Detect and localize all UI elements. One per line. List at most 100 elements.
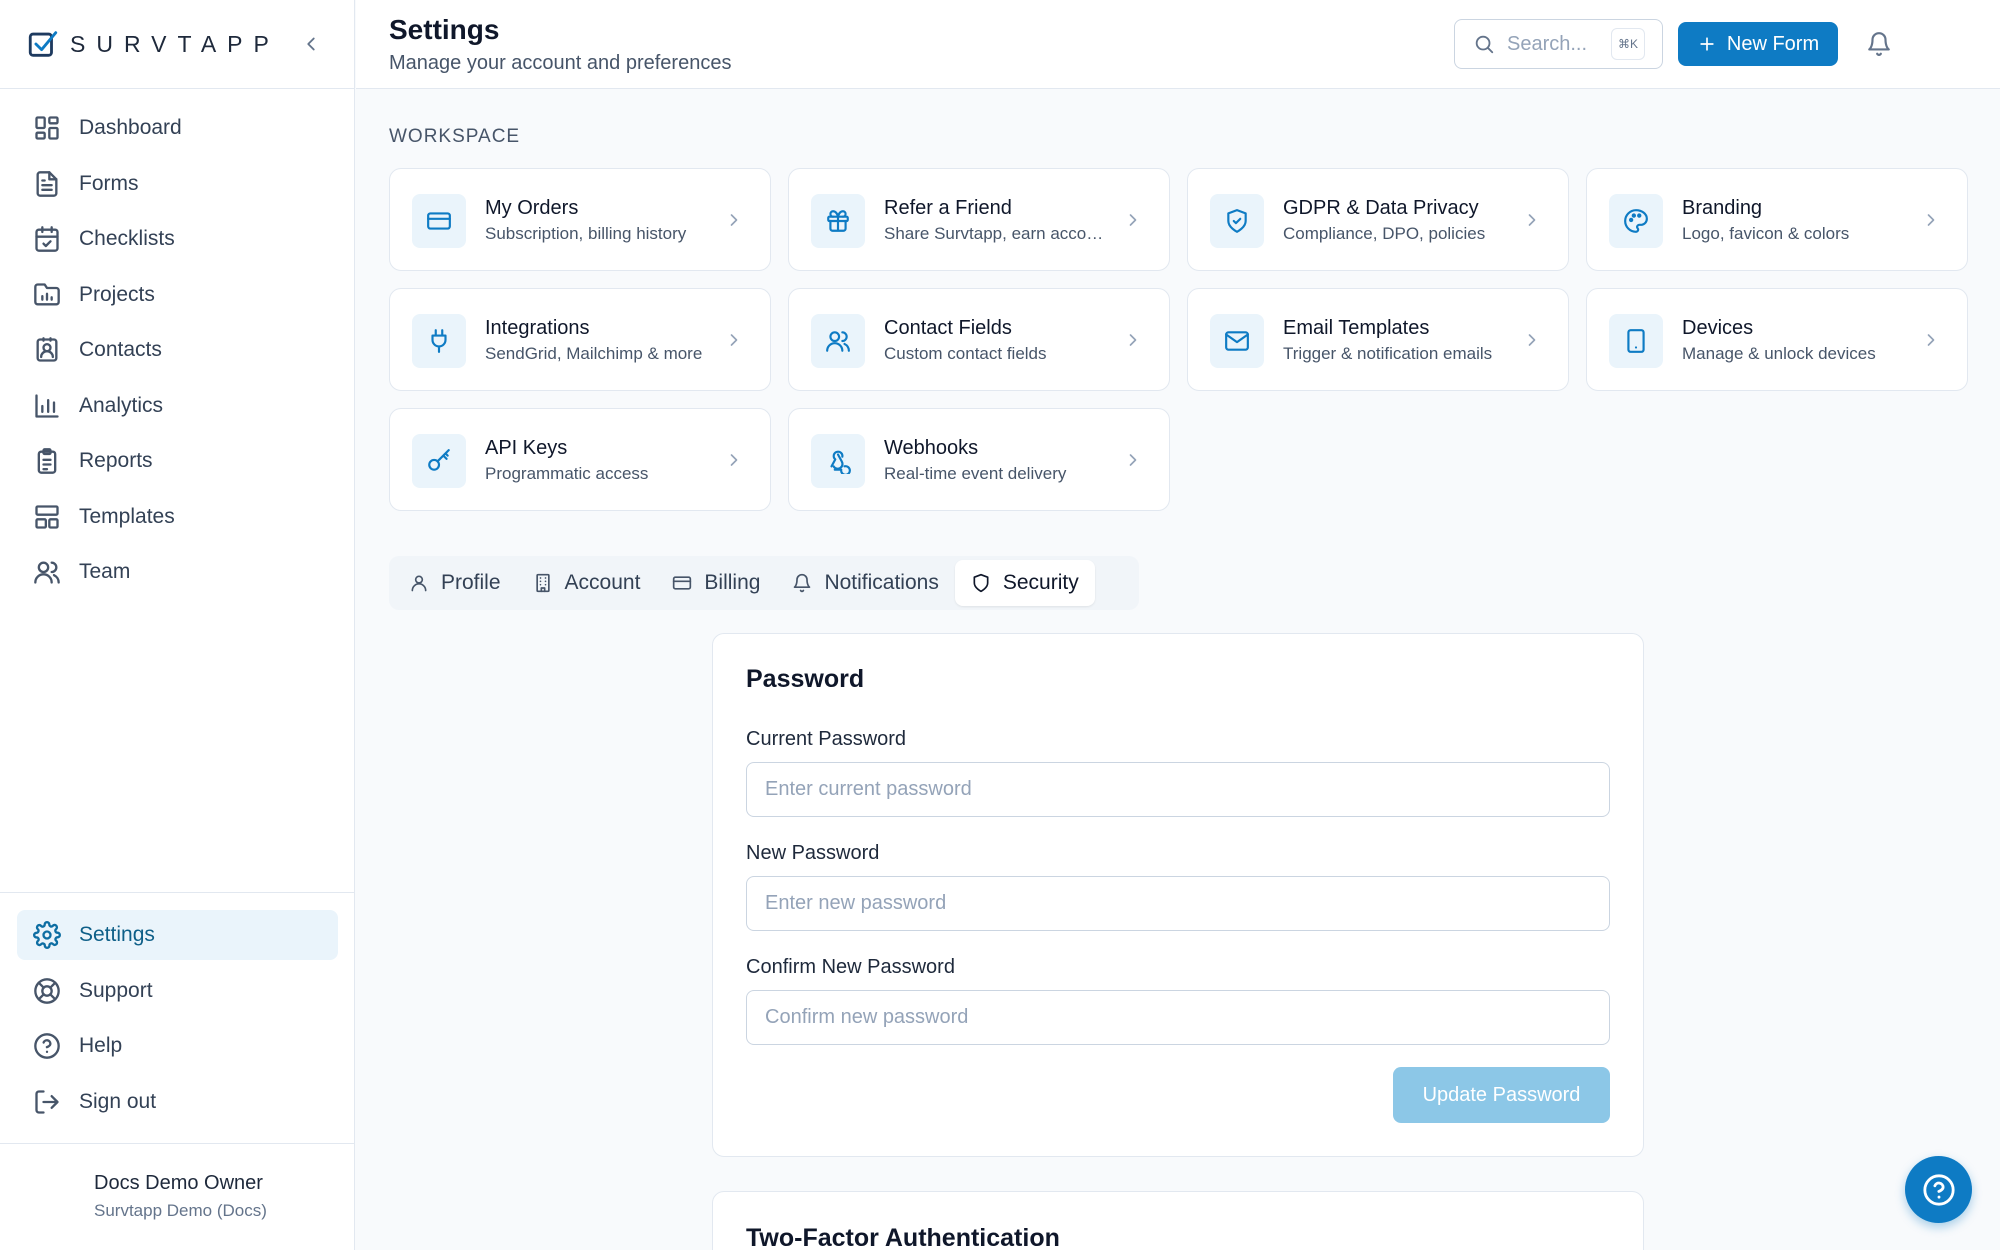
sign-out-icon: [33, 1088, 61, 1116]
tab-account[interactable]: Account: [517, 560, 657, 606]
clipboard-icon: [33, 447, 61, 475]
search-input[interactable]: Search...: [1507, 33, 1587, 56]
chevron-right-icon: [1522, 330, 1542, 350]
user-profile[interactable]: Docs Demo Owner Survtapp Demo (Docs): [0, 1143, 355, 1250]
chevron-right-icon: [1123, 450, 1143, 470]
tab-billing[interactable]: Billing: [656, 560, 776, 606]
sidebar-item-analytics[interactable]: Analytics: [17, 381, 337, 431]
sidebar-item-projects[interactable]: Projects: [17, 270, 337, 320]
sidebar-item-label: Team: [79, 560, 131, 583]
current-password-label: Current Password: [746, 728, 907, 750]
sidebar-item-label: Help: [79, 1034, 123, 1057]
sidebar-item-label: Sign out: [79, 1089, 157, 1113]
sidebar-item-sign-out[interactable]: Sign out: [17, 1077, 338, 1127]
search-shortcut: ⌘K: [1611, 28, 1645, 60]
sidebar-item-label: Forms: [79, 171, 139, 195]
card-refer-a-friend[interactable]: Refer a Friend Share Survtapp, earn acco…: [788, 168, 1170, 271]
new-password-label: New Password: [746, 842, 880, 864]
search-box[interactable]: Search... ⌘K: [1454, 19, 1663, 69]
card-branding[interactable]: Branding Logo, favicon & colors: [1586, 168, 1968, 271]
sidebar-item-help[interactable]: Help: [17, 1021, 338, 1071]
sidebar-item-contacts[interactable]: Contacts: [17, 325, 337, 375]
card-contact-fields[interactable]: Contact Fields Custom contact fields: [788, 288, 1170, 391]
card-integrations[interactable]: Integrations SendGrid, Mailchimp & more: [389, 288, 771, 391]
card-desc: Share Survtapp, earn account credit: [884, 224, 1109, 243]
chevron-right-icon: [724, 450, 744, 470]
calendar-check-icon: [33, 225, 61, 253]
sidebar-nav: Dashboard Forms Checklists Projects Cont…: [17, 103, 337, 603]
sidebar-item-dashboard[interactable]: Dashboard: [17, 103, 337, 153]
two-factor-panel: Two-Factor Authentication: [712, 1191, 1644, 1250]
sidebar-item-checklists[interactable]: Checklists: [17, 214, 337, 264]
life-buoy-icon: [33, 977, 61, 1005]
chevron-left-icon[interactable]: [300, 33, 322, 55]
help-fab-button[interactable]: [1905, 1156, 1972, 1223]
brand: SURVTAPP: [0, 0, 354, 89]
layout-icon: [33, 503, 61, 531]
user-name: Docs Demo Owner: [94, 1172, 263, 1194]
card-devices[interactable]: Devices Manage & unlock devices: [1586, 288, 1968, 391]
card-title: API Keys: [485, 437, 568, 459]
confirm-password-field[interactable]: [746, 990, 1610, 1045]
card-api-keys[interactable]: API Keys Programmatic access: [389, 408, 771, 511]
card-webhooks[interactable]: Webhooks Real-time event delivery: [788, 408, 1170, 511]
card-my-orders[interactable]: My Orders Subscription, billing history: [389, 168, 771, 271]
chevron-right-icon: [1921, 210, 1941, 230]
card-title: My Orders: [485, 197, 579, 219]
sidebar-item-settings[interactable]: Settings: [17, 910, 338, 960]
new-form-button[interactable]: New Form: [1678, 22, 1838, 66]
tab-label: Security: [1002, 571, 1079, 594]
new-password-field[interactable]: [746, 876, 1610, 931]
credit-card-icon: [426, 208, 452, 234]
tab-notifications[interactable]: Notifications: [776, 560, 954, 606]
card-desc: Custom contact fields: [884, 344, 1047, 363]
search-icon: [1473, 33, 1495, 55]
file-text-icon: [33, 170, 61, 198]
card-email-templates[interactable]: Email Templates Trigger & notification e…: [1187, 288, 1569, 391]
card-title: Refer a Friend: [884, 197, 1012, 219]
chevron-right-icon: [1522, 210, 1542, 230]
sidebar-item-team[interactable]: Team: [17, 547, 337, 597]
sidebar-item-label: Dashboard: [79, 116, 182, 139]
bar-chart-icon: [33, 392, 61, 420]
tab-profile[interactable]: Profile: [393, 560, 517, 606]
sidebar-bottom-nav: Settings Support Help Sign out: [0, 892, 355, 1132]
sidebar-item-reports[interactable]: Reports: [17, 436, 337, 486]
sidebar-item-support[interactable]: Support: [17, 966, 338, 1016]
sidebar-item-label: Support: [79, 978, 153, 1002]
card-title: GDPR & Data Privacy: [1283, 197, 1479, 219]
contact-card-icon: [33, 336, 61, 364]
tab-label: Billing: [704, 571, 761, 594]
chevron-right-icon: [1123, 210, 1143, 230]
chevron-right-icon: [1123, 330, 1143, 350]
bell-icon[interactable]: [1866, 31, 1892, 57]
update-password-button[interactable]: Update Password: [1393, 1067, 1610, 1123]
card-title: Email Templates: [1283, 317, 1430, 339]
credit-card-icon: [672, 573, 692, 593]
confirm-password-label: Confirm New Password: [746, 956, 955, 978]
tablet-icon: [1623, 328, 1649, 354]
card-title: Integrations: [485, 317, 590, 339]
top-header: Settings Manage your account and prefere…: [356, 0, 2000, 89]
mail-icon: [1224, 328, 1250, 354]
tab-label: Profile: [441, 571, 501, 594]
current-password-field[interactable]: [746, 762, 1610, 817]
sidebar-item-templates[interactable]: Templates: [17, 492, 337, 542]
checkbox-logo-icon: [26, 27, 60, 61]
card-desc: Manage & unlock devices: [1682, 344, 1876, 363]
bell-icon: [792, 573, 812, 593]
gift-icon: [825, 208, 851, 234]
workspace-label: WORKSPACE: [389, 126, 521, 147]
gear-icon: [33, 921, 61, 949]
card-desc: Trigger & notification emails: [1283, 344, 1493, 363]
card-desc: Compliance, DPO, policies: [1283, 224, 1486, 243]
sidebar-item-label: Reports: [79, 449, 153, 472]
shield-icon: [971, 573, 991, 593]
sidebar-item-forms[interactable]: Forms: [17, 159, 337, 209]
user-org: Survtapp Demo (Docs): [94, 1201, 267, 1220]
two-factor-title: Two-Factor Authentication: [746, 1224, 1060, 1250]
tab-security[interactable]: Security: [954, 560, 1095, 606]
sidebar-item-label: Templates: [79, 504, 175, 528]
card-gdpr[interactable]: GDPR & Data Privacy Compliance, DPO, pol…: [1187, 168, 1569, 271]
shield-check-icon: [1224, 208, 1250, 234]
